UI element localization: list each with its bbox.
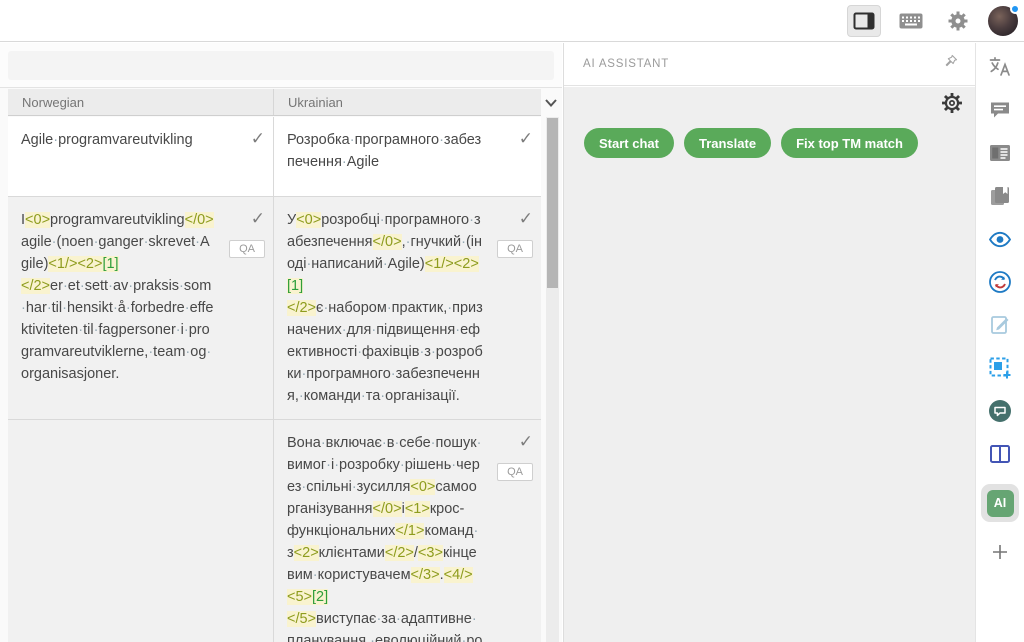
split-view-icon[interactable] bbox=[987, 441, 1013, 467]
settings-button[interactable] bbox=[941, 5, 975, 37]
editor-scrollbar[interactable] bbox=[546, 117, 559, 642]
source-cell[interactable]: Agile·programvareutvikling ✓ bbox=[8, 117, 273, 196]
ai-settings-gear-icon[interactable] bbox=[939, 90, 965, 116]
comments-icon[interactable] bbox=[987, 97, 1013, 123]
keyboard-icon bbox=[899, 13, 923, 29]
ai-assistant-body: Start chat Translate Fix top TM match bbox=[564, 87, 975, 642]
top-bar bbox=[0, 0, 1024, 42]
segment-list: Agile·programvareutvikling✓Розробка·прог… bbox=[8, 117, 541, 642]
chat-bubble-icon[interactable] bbox=[987, 398, 1013, 424]
source-cell[interactable] bbox=[8, 420, 273, 642]
gear-icon bbox=[946, 9, 970, 33]
chevron-down-icon[interactable] bbox=[542, 95, 560, 111]
segment-text: I<0>programvareutvikling</0>agile·(noen·… bbox=[21, 209, 215, 385]
editor-scrollbar-thumb[interactable] bbox=[547, 118, 558, 288]
approved-check-icon: ✓ bbox=[251, 130, 265, 148]
draft-edit-icon[interactable] bbox=[987, 312, 1013, 338]
segment-row: I<0>programvareutvikling</0>agile·(noen·… bbox=[8, 197, 541, 420]
fix-top-tm-match-button[interactable]: Fix top TM match bbox=[781, 128, 918, 158]
approved-check-icon: ✓ bbox=[519, 433, 533, 451]
approved-check-icon: ✓ bbox=[251, 210, 265, 228]
source-cell[interactable]: I<0>programvareutvikling</0>agile·(noen·… bbox=[8, 197, 273, 419]
right-icon-rail: AI bbox=[975, 43, 1024, 642]
qa-badge[interactable]: QA bbox=[497, 240, 533, 258]
sidebar-item-ai-assistant[interactable]: AI bbox=[981, 484, 1019, 522]
target-cell[interactable]: Вона·включає·в·себе·пошук·вимог·і·розроб… bbox=[273, 420, 541, 642]
segment-text: Розробка·програмного·забезпечення·Agile bbox=[287, 129, 483, 173]
target-cell[interactable]: Розробка·програмного·забезпечення·Agile ✓ bbox=[273, 117, 541, 196]
approved-check-icon: ✓ bbox=[519, 210, 533, 228]
add-panel-button[interactable] bbox=[987, 539, 1013, 565]
qa-badge[interactable]: QA bbox=[497, 463, 533, 481]
grid-header: Norwegian Ukrainian bbox=[8, 89, 541, 116]
segment-text: У<0>розробці·програмного·забезпечення</0… bbox=[287, 209, 483, 407]
translate-icon[interactable] bbox=[987, 54, 1013, 80]
ai-assistant-panel: AI ASSISTANT Start chat Translate Fix to… bbox=[563, 43, 975, 642]
translate-button[interactable]: Translate bbox=[684, 128, 771, 158]
start-chat-button[interactable]: Start chat bbox=[584, 128, 674, 158]
source-language-header: Norwegian bbox=[8, 89, 273, 115]
keyboard-shortcuts-button[interactable] bbox=[894, 5, 928, 37]
screenshot-crop-icon[interactable] bbox=[987, 355, 1013, 381]
qa-badge[interactable]: QA bbox=[229, 240, 265, 258]
preview-eye-icon[interactable] bbox=[987, 226, 1013, 252]
notification-dot bbox=[1010, 4, 1020, 14]
topbar-actions bbox=[847, 0, 1018, 42]
ai-assistant-header: AI ASSISTANT bbox=[564, 43, 975, 86]
pin-icon[interactable] bbox=[942, 53, 959, 75]
segment-row: Вона·включає·в·себе·пошук·вимог·і·розроб… bbox=[8, 420, 541, 642]
layout-toggle-icon bbox=[853, 12, 875, 30]
editor-toolbar-bar bbox=[8, 51, 554, 80]
sync-icon[interactable] bbox=[987, 269, 1013, 295]
ai-assistant-title: AI ASSISTANT bbox=[583, 58, 669, 70]
segment-text: Вона·включає·в·себе·пошук·вимог·і·розроб… bbox=[287, 432, 483, 642]
target-language-header: Ukrainian bbox=[273, 89, 541, 115]
ai-badge: AI bbox=[987, 490, 1014, 517]
approved-check-icon: ✓ bbox=[519, 130, 533, 148]
ai-action-buttons: Start chat Translate Fix top TM match bbox=[584, 128, 918, 158]
target-cell[interactable]: У<0>розробці·програмного·забезпечення</0… bbox=[273, 197, 541, 419]
segment-row: Agile·programvareutvikling✓Розробка·прог… bbox=[8, 117, 541, 197]
translation-editor: Norwegian Ukrainian Agile·programvareutv… bbox=[0, 43, 562, 642]
segment-text: Agile·programvareutvikling bbox=[21, 129, 215, 151]
glossary-book-icon[interactable] bbox=[987, 183, 1013, 209]
user-avatar[interactable] bbox=[988, 6, 1018, 36]
editor-toolbar bbox=[0, 43, 562, 88]
layout-toggle-button[interactable] bbox=[847, 5, 881, 37]
context-card-icon[interactable] bbox=[987, 140, 1013, 166]
